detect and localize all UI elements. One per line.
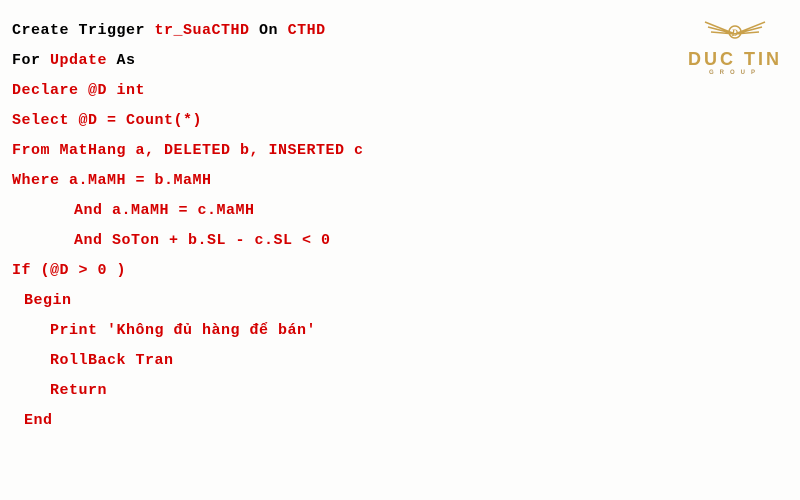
logo-brand: DUC TIN (688, 50, 782, 68)
keyword-as: As (107, 52, 136, 69)
code-line-3: Declare @D int (12, 76, 788, 106)
svg-text:D: D (731, 28, 739, 38)
table-name: CTHD (288, 22, 326, 39)
code-line-5: From MatHang a, DELETED b, INSERTED c (12, 136, 788, 166)
keyword-update: Update (50, 52, 107, 69)
code-line-13: Return (12, 376, 788, 406)
code-line-6: Where a.MaMH = b.MaMH (12, 166, 788, 196)
keyword-for: For (12, 52, 50, 69)
code-line-2: For Update As (12, 46, 788, 76)
code-line-9: If (@D > 0 ) (12, 256, 788, 286)
keyword-create-trigger: Create Trigger (12, 22, 155, 39)
code-line-11: Print 'Không đủ hàng để bán' (12, 316, 788, 346)
code-line-1: Create Trigger tr_SuaCTHD On CTHD (12, 16, 788, 46)
code-line-14: End (12, 406, 788, 436)
code-line-7: And a.MaMH = c.MaMH (12, 196, 788, 226)
code-line-4: Select @D = Count(*) (12, 106, 788, 136)
code-line-10: Begin (12, 286, 788, 316)
trigger-name: tr_SuaCTHD (155, 22, 250, 39)
logo-subtitle: GROUP (688, 70, 782, 76)
keyword-on: On (250, 22, 288, 39)
code-line-12: RollBack Tran (12, 346, 788, 376)
code-line-8: And SoTon + b.SL - c.SL < 0 (12, 226, 788, 256)
logo: D DUC TIN GROUP (688, 14, 782, 76)
logo-wings-icon: D (688, 14, 782, 48)
